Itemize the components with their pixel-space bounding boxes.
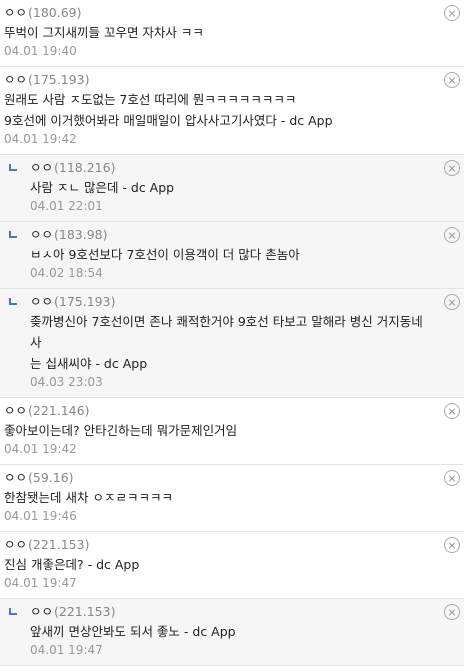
comment-date: 04.01 19:47 [30, 643, 103, 657]
comment-date: 04.01 19:47 [4, 576, 77, 590]
reply-arrow-icon [9, 298, 17, 305]
comment-nickname[interactable]: ㅇㅇ [30, 227, 53, 242]
comment-nickname[interactable]: ㅇㅇ [4, 72, 27, 87]
comment-nickname[interactable]: ㅇㅇ [4, 470, 27, 485]
comment-date: 04.01 19:42 [4, 132, 77, 146]
comment-nickname[interactable]: ㅇㅇ [30, 294, 53, 309]
comment-ip: (221.146) [28, 403, 90, 418]
reply-arrow-icon [9, 608, 17, 615]
comment-author: ㅇㅇ(183.98) [30, 226, 434, 244]
comment-text: 는 십새씨야 - dc App [30, 356, 148, 371]
comment-ip: (175.193) [54, 294, 116, 309]
close-circle-icon[interactable] [444, 160, 460, 176]
comment-list: ㅇㅇ(180.69) 뚜벅이 그지새끼들 꼬우면 자차사 ㅋㅋ 04.01 19:4… [0, 0, 464, 666]
comment: ㅇㅇ(221.146) 좋아보이는데? 안타긴하는데 뭐가문제인거임 04.01 1… [0, 398, 464, 465]
comment-text: 원래도 사람 ㅈ도없는 7호선 따리에 뭔ㅋㅋㅋㅋㅋㅋㅋㅋ [4, 92, 297, 107]
close-circle-icon[interactable] [444, 470, 460, 486]
comment-date: 04.01 19:46 [4, 509, 77, 523]
comment: ㅇㅇ(180.69) 뚜벅이 그지새끼들 꼬우면 자차사 ㅋㅋ 04.01 19:4… [0, 0, 464, 67]
reply-arrow-icon [9, 231, 17, 238]
close-circle-icon[interactable] [444, 227, 460, 243]
close-circle-icon[interactable] [444, 604, 460, 620]
comment-date: 04.01 19:40 [4, 44, 77, 58]
comment-author: ㅇㅇ(118.216) [30, 159, 434, 177]
comment-nickname[interactable]: ㅇㅇ [4, 5, 27, 20]
reply-comment: ㅇㅇ(175.193) 좆까병신아 7호선이면 존나 쾌적한거야 9호선 타보고 … [0, 289, 464, 398]
close-circle-icon[interactable] [444, 72, 460, 88]
comment-text: 좋아보이는데? 안타긴하는데 뭐가문제인거임 [4, 423, 238, 438]
comment-date: 04.02 18:54 [30, 266, 103, 280]
comment-ip: (180.69) [28, 5, 82, 20]
reply-comment: ㅇㅇ(183.98) ㅂㅅ아 9호선보다 7호선이 이용객이 더 많다 촌놈아 04… [0, 222, 464, 289]
comment-text: 뚜벅이 그지새끼들 꼬우면 자차사 ㅋㅋ [4, 25, 204, 40]
comment-ip: (221.153) [54, 604, 116, 619]
comment-ip: (59.16) [28, 470, 74, 485]
comment: ㅇㅇ(221.153) 진심 개좋은데? - dc App 04.01 19:47 [0, 532, 464, 599]
comment-nickname[interactable]: ㅇㅇ [30, 160, 53, 175]
comment-author: ㅇㅇ(59.16) [4, 469, 434, 487]
comment-ip: (183.98) [54, 227, 108, 242]
comment-author: ㅇㅇ(221.153) [30, 603, 434, 621]
comment-nickname[interactable]: ㅇㅇ [4, 537, 27, 552]
comment-nickname[interactable]: ㅇㅇ [4, 403, 27, 418]
comment-text: 9호선에 이거했어봐라 매일매일이 압사사고기사였다 - dc App [4, 113, 333, 128]
comment-text: 한참됏는데 새차 ㅇㅈㄹㅋㅋㅋㅋ [4, 490, 173, 505]
comment-nickname[interactable]: ㅇㅇ [30, 604, 53, 619]
comment-author: ㅇㅇ(221.146) [4, 402, 434, 420]
comment-text: ㅂㅅ아 9호선보다 7호선이 이용객이 더 많다 촌놈아 [30, 247, 300, 262]
comment-ip: (221.153) [28, 537, 90, 552]
comment-author: ㅇㅇ(221.153) [4, 536, 434, 554]
comment-author: ㅇㅇ(180.69) [4, 4, 434, 22]
comment-text: 사람 ㅈㄴ 많은데 - dc App [30, 180, 175, 195]
reply-arrow-icon [9, 164, 17, 171]
comment: ㅇㅇ(175.193) 원래도 사람 ㅈ도없는 7호선 따리에 뭔ㅋㅋㅋㅋㅋㅋㅋㅋ… [0, 67, 464, 155]
reply-comment: ㅇㅇ(221.153) 앞새끼 면상안봐도 되서 좋노 - dc App 04.01… [0, 599, 464, 666]
comment-text: 앞새끼 면상안봐도 되서 좋노 - dc App [30, 624, 236, 639]
comment-ip: (118.216) [54, 160, 116, 175]
comment-ip: (175.193) [28, 72, 90, 87]
comment-date: 04.03 23:03 [30, 375, 103, 389]
comment: ㅇㅇ(59.16) 한참됏는데 새차 ㅇㅈㄹㅋㅋㅋㅋ 04.01 19:46 [0, 465, 464, 532]
comment-date: 04.01 19:42 [4, 442, 77, 456]
comment-text: 좆까병신아 7호선이면 존나 쾌적한거야 9호선 타보고 말해라 병신 거지동네… [30, 314, 423, 350]
comment-author: ㅇㅇ(175.193) [30, 293, 434, 311]
close-circle-icon[interactable] [444, 537, 460, 553]
comment-author: ㅇㅇ(175.193) [4, 71, 434, 89]
reply-comment: ㅇㅇ(118.216) 사람 ㅈㄴ 많은데 - dc App 04.01 22:01 [0, 155, 464, 222]
close-circle-icon[interactable] [444, 403, 460, 419]
close-circle-icon[interactable] [444, 5, 460, 21]
comment-text: 진심 개좋은데? - dc App [4, 557, 140, 572]
close-circle-icon[interactable] [444, 294, 460, 310]
comment-date: 04.01 22:01 [30, 199, 103, 213]
